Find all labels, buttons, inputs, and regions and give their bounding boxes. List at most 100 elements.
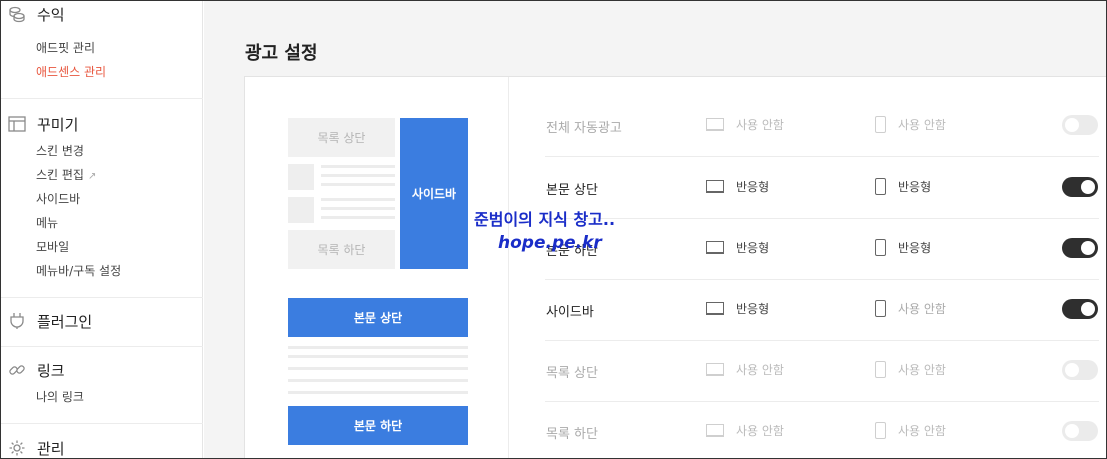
toggle-switch[interactable] bbox=[1062, 238, 1098, 258]
mobile-value: 사용 안함 bbox=[898, 302, 946, 316]
mobile-setting[interactable]: 사용 안함 bbox=[875, 116, 946, 133]
mobile-setting[interactable]: 사용 안함 bbox=[875, 422, 946, 439]
mobile-icon bbox=[875, 239, 886, 256]
toggle-switch[interactable] bbox=[1062, 115, 1098, 135]
mobile-value: 반응형 bbox=[898, 241, 932, 255]
ad-row-list-bottom: 목록 하단 사용 안함 사용 안함 bbox=[545, 402, 1099, 458]
sidebar-item-adsense[interactable]: 애드센스 관리 bbox=[36, 63, 106, 81]
main-content: 광고 설정 목록 상단 목록 하단 사이드바 본문 상단 본문 하단 전체 자동… bbox=[204, 1, 1106, 458]
row-label: 전체 자동광고 bbox=[546, 121, 622, 136]
sidebar-group-manage[interactable]: 관리 bbox=[7, 436, 65, 458]
sidebar: 수익 애드핏 관리 애드센스 관리 꾸미기 스킨 변경 스킨 편집 ↗ 사이드바 … bbox=[1, 1, 203, 458]
mobile-value: 반응형 bbox=[898, 180, 932, 194]
preview-line bbox=[288, 346, 468, 349]
preview-line bbox=[321, 207, 395, 210]
sidebar-item-sidebar[interactable]: 사이드바 bbox=[36, 190, 80, 208]
mobile-icon bbox=[875, 116, 886, 133]
desktop-setting[interactable]: 사용 안함 bbox=[706, 361, 784, 378]
desktop-value: 사용 안함 bbox=[736, 363, 784, 377]
desktop-setting[interactable]: 반응형 bbox=[706, 300, 769, 317]
sidebar-divider bbox=[1, 98, 203, 99]
sidebar-group-title: 플러그인 bbox=[37, 312, 93, 331]
desktop-setting[interactable]: 사용 안함 bbox=[706, 422, 784, 439]
mobile-setting[interactable]: 사용 안함 bbox=[875, 361, 946, 378]
toggle-switch[interactable] bbox=[1062, 299, 1098, 319]
ad-row-list-top: 목록 상단 사용 안함 사용 안함 bbox=[545, 341, 1099, 402]
preview-body-bottom: 본문 하단 bbox=[288, 406, 468, 445]
row-label: 사이드바 bbox=[546, 305, 594, 320]
sidebar-group-decorate[interactable]: 꾸미기 bbox=[7, 112, 78, 136]
watermark-line2: hope.pe.kr bbox=[498, 233, 602, 253]
sidebar-group-title: 꾸미기 bbox=[37, 115, 79, 134]
desktop-value: 반응형 bbox=[736, 241, 770, 255]
desktop-icon bbox=[706, 118, 724, 131]
desktop-value: 반응형 bbox=[736, 302, 770, 316]
preview-list-bottom: 목록 하단 bbox=[288, 230, 395, 269]
mobile-icon bbox=[875, 178, 886, 195]
desktop-icon bbox=[706, 363, 724, 376]
sidebar-divider bbox=[1, 297, 203, 298]
plug-icon bbox=[7, 311, 27, 331]
sidebar-group-title: 링크 bbox=[37, 361, 65, 380]
mobile-value: 사용 안함 bbox=[898, 424, 946, 438]
desktop-icon bbox=[706, 302, 724, 315]
desktop-icon bbox=[706, 180, 724, 193]
preview-line bbox=[321, 183, 395, 186]
row-label: 목록 상단 bbox=[546, 366, 598, 381]
external-link-icon: ↗ bbox=[87, 171, 97, 182]
desktop-value: 사용 안함 bbox=[736, 424, 784, 438]
preview-line bbox=[288, 367, 468, 370]
page-title: 광고 설정 bbox=[245, 43, 318, 64]
desktop-setting[interactable]: 사용 안함 bbox=[706, 116, 784, 133]
ad-row-sidebar: 사이드바 반응형 사용 안함 bbox=[545, 280, 1099, 341]
sidebar-item-skin-edit[interactable]: 스킨 편집 ↗ bbox=[36, 166, 96, 184]
sidebar-group-plugin[interactable]: 플러그인 bbox=[7, 309, 92, 333]
ad-row-auto: 전체 자동광고 사용 안함 사용 안함 bbox=[545, 96, 1099, 157]
sidebar-group-title: 수익 bbox=[37, 5, 65, 24]
watermark-line1: 준범이의 지식 창고.. bbox=[474, 210, 616, 229]
toggle-switch[interactable] bbox=[1062, 421, 1098, 441]
preview-line bbox=[288, 391, 468, 394]
desktop-value: 반응형 bbox=[736, 180, 770, 194]
layout-icon bbox=[7, 114, 27, 134]
ad-row-body-top: 본문 상단 반응형 반응형 bbox=[545, 158, 1099, 219]
sidebar-group-revenue[interactable]: 수익 bbox=[7, 2, 65, 26]
row-label: 본문 상단 bbox=[546, 183, 598, 198]
mobile-icon bbox=[875, 422, 886, 439]
desktop-value: 사용 안함 bbox=[736, 118, 784, 132]
mobile-icon bbox=[875, 361, 886, 378]
ad-layout-preview: 목록 상단 목록 하단 사이드바 본문 상단 본문 하단 bbox=[245, 77, 509, 458]
toggle-switch[interactable] bbox=[1062, 177, 1098, 197]
sidebar-item-skin-change[interactable]: 스킨 변경 bbox=[36, 142, 84, 160]
sidebar-item-my-link[interactable]: 나의 링크 bbox=[36, 388, 84, 406]
toggle-switch[interactable] bbox=[1062, 360, 1098, 380]
app-frame: 수익 애드핏 관리 애드센스 관리 꾸미기 스킨 변경 스킨 편집 ↗ 사이드바 … bbox=[0, 0, 1107, 459]
ad-row-body-bottom: 본문 하단 반응형 반응형 bbox=[545, 219, 1099, 280]
sidebar-item-adfit[interactable]: 애드핏 관리 bbox=[36, 39, 95, 57]
desktop-setting[interactable]: 반응형 bbox=[706, 239, 769, 256]
ad-settings-card: 목록 상단 목록 하단 사이드바 본문 상단 본문 하단 전체 자동광고 사용 … bbox=[244, 76, 1106, 458]
preview-line bbox=[321, 174, 395, 177]
link-icon bbox=[7, 360, 27, 380]
sidebar-item-mobile[interactable]: 모바일 bbox=[36, 238, 69, 256]
sidebar-group-link[interactable]: 링크 bbox=[7, 358, 65, 382]
sidebar-divider bbox=[1, 346, 203, 347]
mobile-setting[interactable]: 반응형 bbox=[875, 239, 931, 256]
mobile-setting[interactable]: 반응형 bbox=[875, 178, 931, 195]
sidebar-item-menu[interactable]: 메뉴 bbox=[36, 214, 58, 232]
sidebar-item-menubar[interactable]: 메뉴바/구독 설정 bbox=[36, 262, 121, 280]
row-label: 목록 하단 bbox=[546, 427, 598, 442]
preview-line bbox=[321, 216, 395, 219]
desktop-icon bbox=[706, 424, 724, 437]
preview-line bbox=[288, 379, 468, 382]
preview-line bbox=[321, 198, 395, 201]
desktop-setting[interactable]: 반응형 bbox=[706, 178, 769, 195]
preview-list-top: 목록 상단 bbox=[288, 118, 395, 157]
mobile-value: 사용 안함 bbox=[898, 118, 946, 132]
mobile-setting[interactable]: 사용 안함 bbox=[875, 300, 946, 317]
sidebar-group-title: 관리 bbox=[37, 439, 65, 458]
mobile-value: 사용 안함 bbox=[898, 363, 946, 377]
preview-line bbox=[321, 165, 395, 168]
preview-line bbox=[288, 355, 468, 358]
sidebar-item-label: 스킨 편집 bbox=[36, 168, 84, 182]
